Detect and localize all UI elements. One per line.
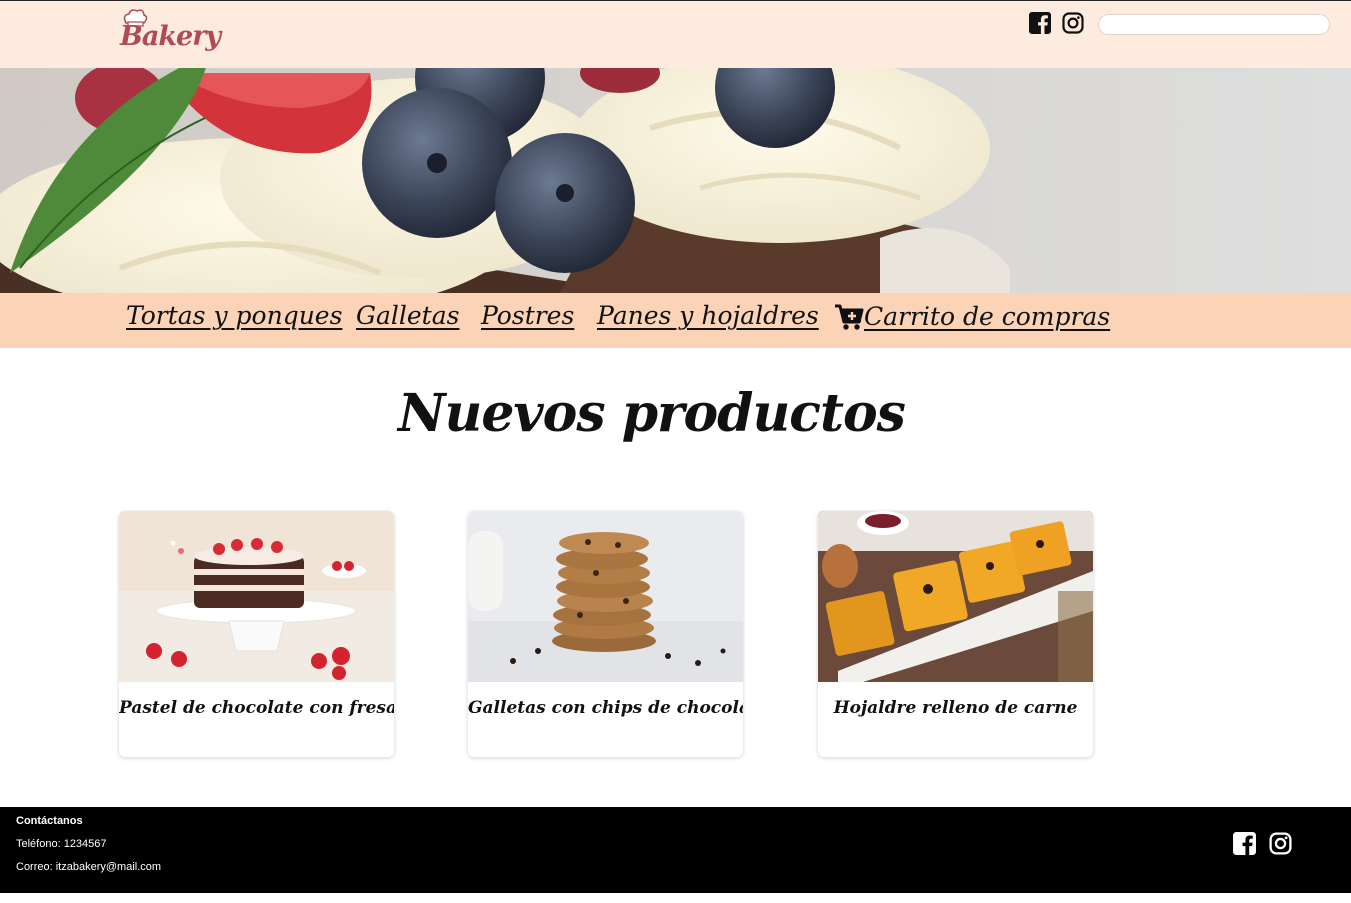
- nav-item-tortas[interactable]: Tortas y ponques: [126, 301, 342, 330]
- main-nav: Tortas y ponques Galletas Postres Panes …: [0, 293, 1351, 348]
- hero-banner: [0, 68, 1351, 293]
- product-image-pastry: [818, 511, 1093, 682]
- nav-item-cart[interactable]: Carrito de compras: [834, 301, 1110, 332]
- facebook-icon[interactable]: [1232, 831, 1257, 856]
- page-title: Nuevos productos: [398, 383, 906, 444]
- instagram-icon[interactable]: [1061, 11, 1085, 35]
- footer-phone: Teléfono: 1234567: [16, 838, 107, 850]
- footer-social-links: [1232, 831, 1293, 856]
- product-name: Hojaldre relleno de carne: [833, 698, 1078, 718]
- product-card[interactable]: Galletas con chips de chocolate: [468, 511, 743, 757]
- facebook-icon[interactable]: [1028, 11, 1052, 35]
- search-input[interactable]: [1098, 14, 1330, 35]
- product-name: Galletas con chips de chocolate: [468, 698, 743, 718]
- instagram-icon[interactable]: [1268, 831, 1293, 856]
- product-card[interactable]: Hojaldre relleno de carne: [818, 511, 1093, 757]
- footer: Contáctanos Teléfono: 1234567 Correo: it…: [0, 807, 1351, 893]
- product-image-cookies: [468, 511, 743, 682]
- top-header: Bakery: [0, 0, 1351, 68]
- logo-text: Bakery: [120, 21, 221, 52]
- product-image-cake: [119, 511, 394, 682]
- logo[interactable]: Bakery: [116, 7, 221, 57]
- cart-icon: [835, 304, 864, 330]
- hero-image: [0, 68, 1351, 293]
- footer-email[interactable]: Correo: itzabakery@mail.com: [16, 861, 161, 873]
- nav-item-panes[interactable]: Panes y hojaldres: [597, 301, 819, 330]
- header-social-links: [1028, 11, 1085, 35]
- nav-item-postres[interactable]: Postres: [481, 301, 574, 330]
- footer-contact-heading: Contáctanos: [16, 815, 83, 827]
- product-name: Pastel de chocolate con fresas: [119, 698, 394, 718]
- cart-link[interactable]: Carrito de compras: [864, 302, 1110, 331]
- product-card[interactable]: Pastel de chocolate con fresas: [119, 511, 394, 757]
- nav-item-galletas[interactable]: Galletas: [356, 301, 459, 330]
